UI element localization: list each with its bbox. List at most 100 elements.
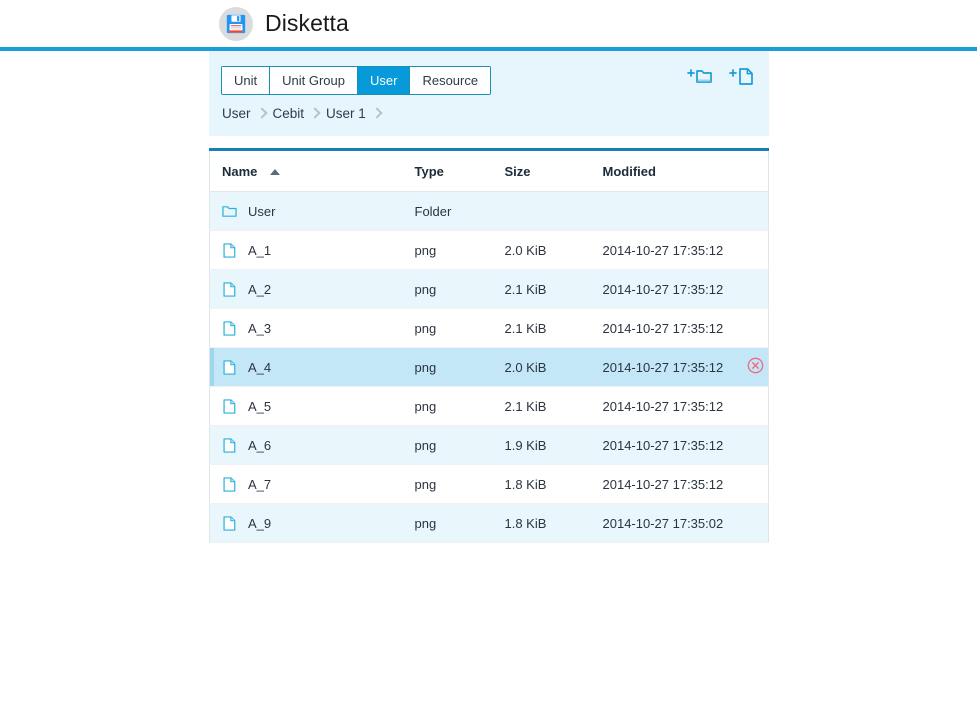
brand: Disketta [219,6,349,41]
delete-circle-icon[interactable] [747,357,764,377]
table-row[interactable]: A_2 png 2.1 KiB 2014-10-27 17:35:12 [209,269,769,309]
new-folder-icon[interactable] [687,65,713,89]
file-table: Name Type Size Modified User Folder A_1 png… [209,148,769,543]
toolbar-actions [687,65,755,89]
cell-type: png [414,347,505,387]
tab-unit[interactable]: Unit [222,67,271,94]
cell-modified: 2014-10-27 17:35:12 [602,230,743,270]
table-row[interactable]: A_1 png 2.0 KiB 2014-10-27 17:35:12 [209,230,769,270]
cell-actions [742,503,769,543]
row-name-label: A_7 [248,476,272,492]
cell-size: 2.1 KiB [504,269,603,309]
cell-type: png [414,308,505,348]
file-icon [222,242,237,259]
file-icon [222,398,237,415]
chevron-right-icon [258,108,266,120]
column-header-name-label: Name [222,164,258,179]
cell-type: png [414,269,505,309]
content-area: Unit Unit Group User Resource User Cebit… [0,51,977,543]
cell-size: 2.0 KiB [504,347,603,387]
cell-actions [742,425,769,465]
cell-name[interactable]: A_4 [209,347,415,387]
cell-size: 2.1 KiB [504,308,603,348]
cell-name[interactable]: User [209,191,415,231]
tab-user[interactable]: User [358,67,411,94]
cell-modified: 2014-10-27 17:35:12 [602,269,743,309]
cell-type: png [414,425,505,465]
breadcrumb-item-user-1[interactable]: User 1 [326,106,366,121]
breadcrumb-item-cebit[interactable]: Cebit [273,106,305,121]
column-header-name[interactable]: Name [209,149,415,192]
new-file-icon[interactable] [729,65,755,89]
table-row[interactable]: A_6 png 1.9 KiB 2014-10-27 17:35:12 [209,425,769,465]
cell-size: 1.8 KiB [504,464,603,504]
cell-actions [742,464,769,504]
breadcrumb-item-user[interactable]: User [222,106,251,121]
cell-actions [742,230,769,270]
cell-modified: 2014-10-27 17:35:12 [602,425,743,465]
panel-spacer [209,136,769,148]
folder-icon [222,203,237,220]
cell-name[interactable]: A_2 [209,269,415,309]
chevron-right-icon [373,108,381,120]
cell-name[interactable]: A_6 [209,425,415,465]
tab-resource[interactable]: Resource [410,67,491,94]
column-header-size[interactable]: Size [504,149,603,192]
table-row[interactable]: A_9 png 1.8 KiB 2014-10-27 17:35:02 [209,503,769,543]
tab-group: Unit Unit Group User Resource [221,66,492,95]
cell-name[interactable]: A_5 [209,386,415,426]
cell-type: png [414,464,505,504]
cell-name[interactable]: A_1 [209,230,415,270]
cell-actions [742,269,769,309]
column-header-type[interactable]: Type [414,149,505,192]
row-name-label: A_4 [248,359,272,375]
chevron-right-icon [311,108,319,120]
cell-modified: 2014-10-27 17:35:12 [602,347,743,387]
cell-name[interactable]: A_9 [209,503,415,543]
cell-name[interactable]: A_7 [209,464,415,504]
cell-size: 1.8 KiB [504,503,603,543]
floppy-disk-icon [219,6,253,41]
table-row[interactable]: A_4 png 2.0 KiB 2014-10-27 17:35:12 [209,347,769,387]
table-row[interactable]: User Folder [209,191,769,231]
row-name-label: A_9 [248,515,272,531]
cell-actions [742,308,769,348]
file-table-header: Name Type Size Modified [209,149,769,192]
app-title: Disketta [265,10,349,36]
cell-modified: 2014-10-27 17:35:12 [602,464,743,504]
cell-modified: 2014-10-27 17:35:02 [602,503,743,543]
table-row[interactable]: A_5 png 2.1 KiB 2014-10-27 17:35:12 [209,386,769,426]
cell-size: 1.9 KiB [504,425,603,465]
cell-modified: 2014-10-27 17:35:12 [602,386,743,426]
toolbar-panel: Unit Unit Group User Resource User Cebit… [209,51,769,136]
row-name-label: A_6 [248,437,272,453]
file-icon [222,437,237,454]
app-header: Disketta [0,0,977,47]
column-header-modified[interactable]: Modified [602,149,743,192]
column-header-actions [742,149,769,192]
file-icon [222,515,237,532]
table-row[interactable]: A_3 png 2.1 KiB 2014-10-27 17:35:12 [209,308,769,348]
cell-type: Folder [414,191,505,231]
cell-size: 2.0 KiB [504,230,603,270]
row-name-label: A_2 [248,281,272,297]
row-name-label: A_1 [248,242,272,258]
cell-name[interactable]: A_3 [209,308,415,348]
file-icon [222,476,237,493]
row-name-label: A_5 [248,398,272,414]
file-table-body: User Folder A_1 png 2.0 KiB 2014-10-27 17:35:… [209,191,769,543]
table-row[interactable]: A_7 png 1.8 KiB 2014-10-27 17:35:12 [209,464,769,504]
cell-actions [742,347,769,387]
cell-type: png [414,503,505,543]
cell-actions [742,191,769,231]
tab-unit-group[interactable]: Unit Group [270,67,358,94]
cell-modified [602,191,743,231]
row-name-label: User [248,203,276,219]
cell-type: png [414,386,505,426]
breadcrumb: User Cebit User 1 [221,106,753,121]
file-icon [222,281,237,298]
cell-size: 2.1 KiB [504,386,603,426]
file-icon [222,320,237,337]
cell-type: png [414,230,505,270]
cell-size [504,191,603,231]
